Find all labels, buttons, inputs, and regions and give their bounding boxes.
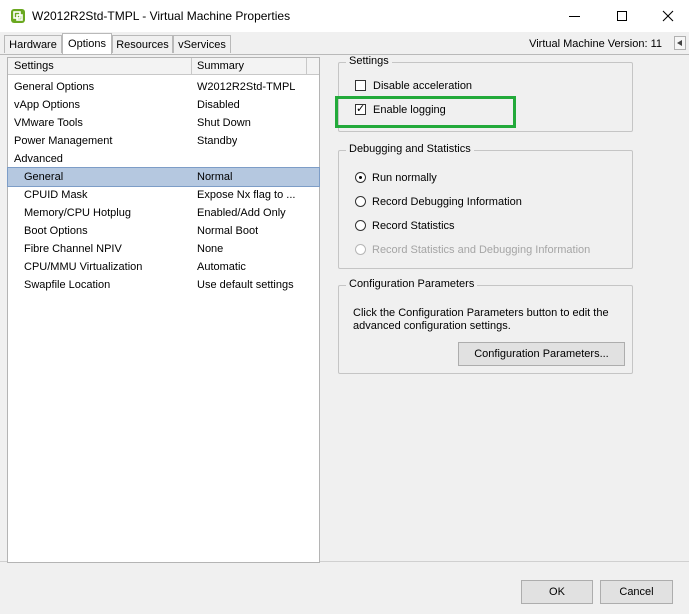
list-item-summary: Standby (197, 135, 238, 147)
enable-logging-label[interactable]: Enable logging (373, 104, 446, 116)
list-item[interactable]: Fibre Channel NPIV None (8, 240, 319, 258)
config-description: Click the Configuration Parameters butto… (353, 307, 609, 332)
list-item-summary: Normal (197, 171, 233, 183)
list-item-setting: General (24, 171, 64, 183)
debug-option-label: Record Statistics and Debugging Informat… (372, 244, 591, 256)
maximize-button[interactable] (599, 0, 645, 32)
debug-option-radio[interactable] (355, 196, 366, 207)
close-button[interactable] (645, 0, 689, 32)
list-item-setting: Fibre Channel NPIV (24, 243, 122, 255)
list-item-summary: Automatic (197, 261, 246, 273)
list-item[interactable]: CPUID Mask Expose Nx flag to ... (8, 186, 319, 204)
settings-group-title: Settings (346, 55, 392, 67)
list-item-summary: Disabled (197, 99, 240, 111)
list-item-setting: Advanced (14, 153, 63, 165)
tab-vservices[interactable]: vServices (173, 35, 231, 53)
list-item[interactable]: Advanced (8, 150, 319, 168)
list-item-summary: Normal Boot (197, 225, 259, 237)
settings-list: Settings Summary General Options W2012R2S… (7, 57, 320, 563)
tab-bar: Hardware Options Resources vServices Vir… (0, 32, 689, 54)
debug-option-radio[interactable] (355, 220, 366, 231)
list-item-setting: Boot Options (24, 225, 88, 237)
maximize-icon (617, 11, 627, 21)
list-header: Settings Summary (8, 58, 319, 75)
list-item-setting: Power Management (14, 135, 113, 147)
configuration-parameters-button[interactable]: Configuration Parameters... (458, 342, 625, 366)
list-item-setting: General Options (14, 81, 95, 93)
vm-properties-icon (11, 9, 25, 23)
list-item[interactable]: vApp Options Disabled (8, 96, 319, 114)
disable-acceleration-checkbox[interactable] (355, 80, 366, 91)
column-header-settings[interactable]: Settings (14, 60, 54, 72)
list-item[interactable]: General Options W2012R2Std-TMPL (8, 78, 319, 96)
minimize-button[interactable] (551, 0, 597, 32)
tab-resources[interactable]: Resources (112, 35, 173, 53)
debug-option-label[interactable]: Record Debugging Information (372, 196, 522, 208)
list-item-setting: VMware Tools (14, 117, 83, 129)
list-item-summary: Shut Down (197, 117, 251, 129)
tab-hardware[interactable]: Hardware (4, 35, 62, 53)
list-item-summary: Use default settings (197, 279, 294, 291)
list-item[interactable]: VMware Tools Shut Down (8, 114, 319, 132)
list-item-summary: Expose Nx flag to ... (197, 189, 296, 201)
list-item[interactable]: Boot Options Normal Boot (8, 222, 319, 240)
debug-option-label[interactable]: Run normally (372, 172, 437, 184)
config-group-title: Configuration Parameters (346, 278, 478, 290)
debugging-group-title: Debugging and Statistics (346, 143, 474, 155)
debug-option-radio (355, 244, 366, 255)
list-item-setting: Memory/CPU Hotplug (24, 207, 131, 219)
list-item-summary: None (197, 243, 224, 255)
list-item[interactable]: Swapfile Location Use default settings (8, 276, 319, 294)
cancel-button[interactable]: Cancel (600, 580, 673, 604)
list-item-setting: Swapfile Location (24, 279, 111, 291)
column-header-summary[interactable]: Summary (197, 60, 244, 72)
column-divider[interactable] (191, 58, 192, 74)
enable-logging-checkbox[interactable] (355, 102, 366, 115)
list-item-setting: CPU/MMU Virtualization (24, 261, 143, 273)
close-icon (662, 10, 674, 22)
settings-group: Settings (338, 55, 633, 132)
vm-version-label: Virtual Machine Version: 11 (529, 38, 662, 50)
window-title: W2012R2Std-TMPL - Virtual Machine Proper… (32, 9, 291, 23)
list-item-setting: CPUID Mask (24, 189, 88, 201)
list-item[interactable]: General Normal (7, 167, 320, 187)
ok-button[interactable]: OK (521, 580, 593, 604)
title-bar: W2012R2Std-TMPL - Virtual Machine Proper… (0, 0, 689, 32)
list-item-setting: vApp Options (14, 99, 81, 111)
tab-scroll-button[interactable] (674, 36, 686, 50)
disable-acceleration-label[interactable]: Disable acceleration (373, 80, 472, 92)
list-item[interactable]: Memory/CPU Hotplug Enabled/Add Only (8, 204, 319, 222)
list-item-summary: Enabled/Add Only (197, 207, 286, 219)
list-item-summary: W2012R2Std-TMPL (197, 81, 296, 93)
tab-options[interactable]: Options (62, 33, 112, 54)
column-divider[interactable] (306, 58, 307, 74)
debug-option-radio[interactable] (355, 172, 366, 183)
list-item[interactable]: CPU/MMU Virtualization Automatic (8, 258, 319, 276)
debug-option-label[interactable]: Record Statistics (372, 220, 455, 232)
minimize-icon (568, 15, 580, 17)
list-item[interactable]: Power Management Standby (8, 132, 319, 150)
